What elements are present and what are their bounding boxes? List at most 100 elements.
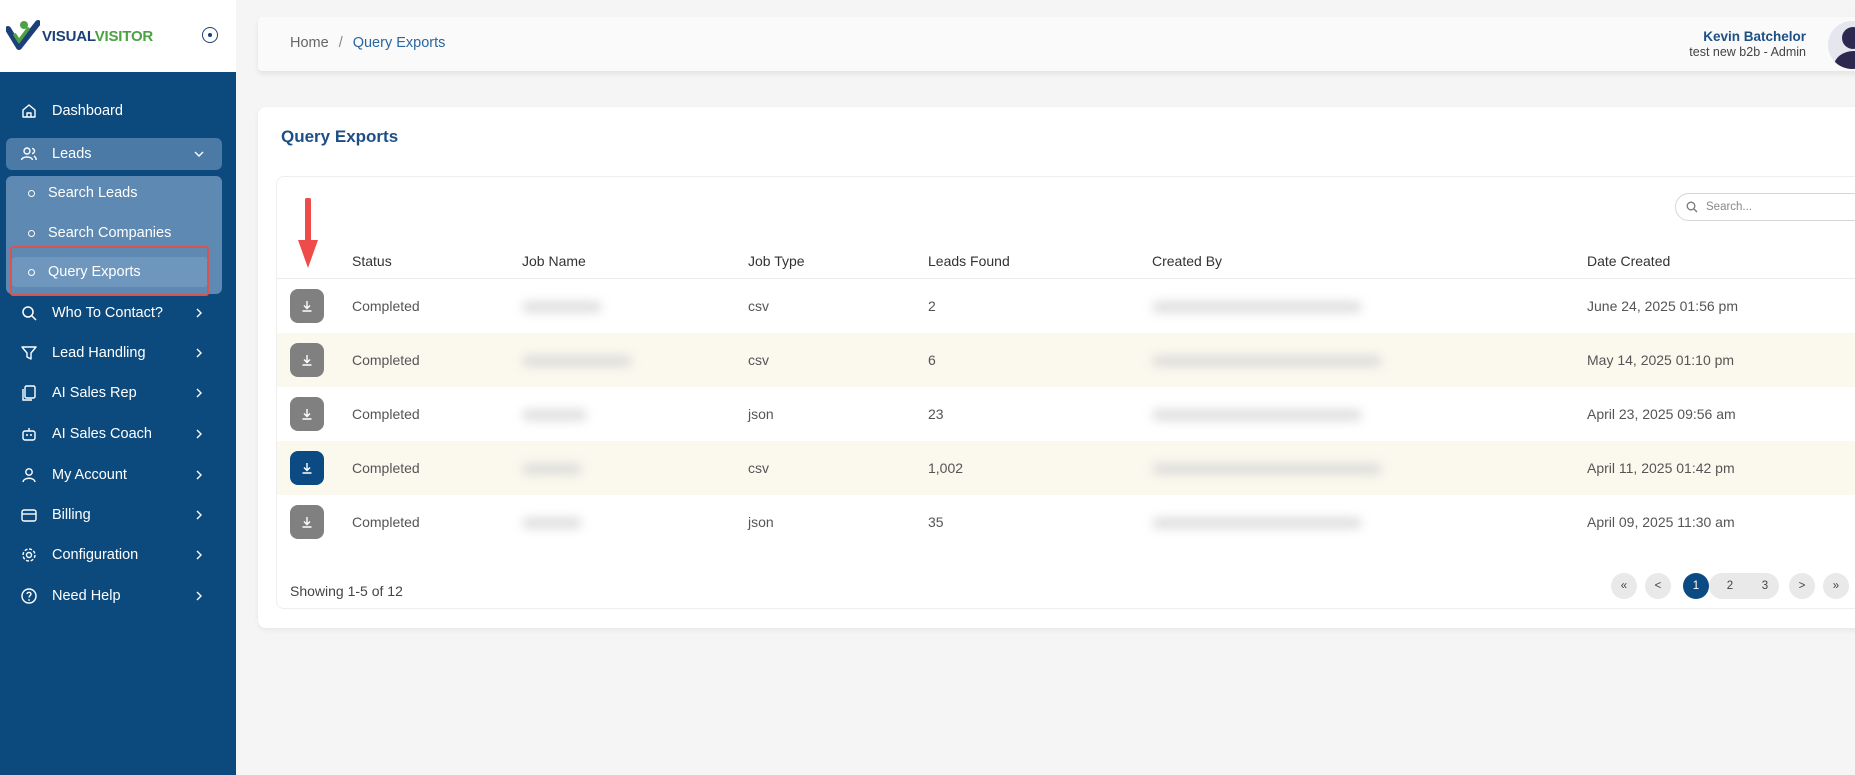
page-title: Query Exports: [281, 127, 399, 146]
breadcrumb-separator: /: [338, 35, 343, 51]
query-exports-card: Query Exports Status Job Name Job Type L…: [258, 107, 1855, 628]
sidebar-item-label: Who To Contact?: [52, 305, 163, 321]
download-button[interactable]: [290, 397, 324, 431]
cell-date-created: June 24, 2025 01:56 pm: [1587, 298, 1739, 314]
sidebar-item-label: Leads: [52, 146, 92, 162]
first-page-button[interactable]: «: [1611, 573, 1637, 599]
cell-date-created: April 11, 2025 01:42 pm: [1587, 460, 1735, 476]
sidebar-subitem-search-leads[interactable]: Search Leads: [6, 178, 222, 208]
table-row: Completed csv 2 June 24, 2025 01:56 pm: [277, 279, 1855, 333]
avatar[interactable]: [1828, 21, 1855, 69]
download-icon: [302, 355, 312, 366]
download-icon: [302, 517, 312, 528]
brand-part1: VISUAL: [42, 27, 95, 45]
redacted-job-name: [522, 355, 632, 367]
robot-icon: [20, 425, 38, 443]
page-button-2[interactable]: 2: [1717, 573, 1743, 599]
sidebar-item-lead-handling[interactable]: Lead Handling: [6, 337, 222, 369]
download-button[interactable]: [290, 505, 324, 539]
table-row: Completed csv 6 May 14, 2025 01:10 pm: [277, 333, 1855, 387]
copy-icon: [20, 384, 38, 402]
cell-job-type: csv: [748, 352, 769, 368]
column-header-job-type[interactable]: Job Type: [748, 253, 805, 269]
redacted-job-name: [522, 463, 582, 475]
sidebar-item-need-help[interactable]: Need Help: [6, 580, 222, 612]
chevron-right-icon: [196, 429, 202, 439]
sidebar-toggle-button[interactable]: [202, 27, 218, 43]
sidebar-subitem-search-companies[interactable]: Search Companies: [6, 218, 222, 248]
sidebar-subitem-label: Query Exports: [48, 264, 141, 280]
chevron-down-icon: [194, 151, 204, 157]
sidebar-subitem-label: Search Leads: [48, 185, 138, 201]
column-header-job-name[interactable]: Job Name: [522, 253, 586, 269]
sidebar-item-who-to-contact[interactable]: Who To Contact?: [6, 297, 222, 329]
search-box[interactable]: [1675, 193, 1855, 221]
filter-icon: [20, 344, 38, 362]
page-button-1[interactable]: 1: [1683, 573, 1709, 599]
sidebar-item-label: My Account: [52, 467, 127, 483]
sidebar-item-my-account[interactable]: My Account: [6, 459, 222, 491]
visualvisitor-logo-icon: [5, 19, 41, 53]
sidebar-subitem-query-exports[interactable]: Query Exports: [12, 257, 208, 287]
users-icon: [20, 145, 38, 163]
sidebar-item-ai-sales-coach[interactable]: AI Sales Coach: [6, 418, 222, 450]
redacted-created-by: [1152, 301, 1362, 313]
sidebar-item-label: Billing: [52, 507, 91, 523]
sidebar-item-billing[interactable]: Billing: [6, 499, 222, 531]
redacted-job-name: [522, 301, 602, 313]
wallet-icon: [20, 506, 38, 524]
search-icon: [1686, 201, 1698, 213]
brand-name: VISUALVISITOR: [42, 28, 153, 45]
prev-page-button[interactable]: <: [1645, 573, 1671, 599]
user-info[interactable]: Kevin Batchelor test new b2b - Admin: [1689, 29, 1806, 59]
column-header-leads-found[interactable]: Leads Found: [928, 253, 1010, 269]
column-header-date-created[interactable]: Date Created: [1587, 253, 1670, 269]
redacted-created-by: [1152, 463, 1382, 475]
next-page-button[interactable]: >: [1789, 573, 1815, 599]
redacted-created-by: [1152, 355, 1382, 367]
search-icon: [20, 304, 38, 322]
cell-status: Completed: [352, 406, 420, 422]
breadcrumb: Home / Query Exports: [290, 35, 445, 51]
sidebar-item-label: Dashboard: [52, 103, 123, 119]
user-icon: [20, 466, 38, 484]
breadcrumb-home-link[interactable]: Home: [290, 35, 329, 51]
user-role: test new b2b - Admin: [1689, 45, 1806, 59]
download-button[interactable]: [290, 343, 324, 377]
chevron-right-icon: [196, 308, 202, 318]
column-header-status[interactable]: Status: [352, 253, 392, 269]
redacted-job-name: [522, 409, 587, 421]
chevron-right-icon: [196, 388, 202, 398]
download-icon: [302, 409, 312, 420]
download-button[interactable]: [290, 289, 324, 323]
help-circle-icon: [20, 587, 38, 605]
sidebar-item-leads[interactable]: Leads: [6, 138, 222, 170]
sidebar-item-ai-sales-rep[interactable]: AI Sales Rep: [6, 377, 222, 409]
cell-date-created: April 23, 2025 09:56 am: [1587, 406, 1736, 422]
last-page-button[interactable]: »: [1823, 573, 1849, 599]
exports-table-panel: Status Job Name Job Type Leads Found Cre…: [276, 176, 1855, 609]
breadcrumb-current: Query Exports: [352, 35, 446, 51]
logo-bar: VISUALVISITOR: [0, 0, 236, 72]
cell-date-created: May 14, 2025 01:10 pm: [1587, 352, 1735, 368]
gear-icon: [20, 546, 38, 564]
table-row: Completed json 23 April 23, 2025 09:56 a…: [277, 387, 1855, 441]
search-input[interactable]: [1706, 201, 1855, 213]
sidebar-item-dashboard[interactable]: Dashboard: [6, 95, 222, 127]
sidebar-item-configuration[interactable]: Configuration: [6, 539, 222, 571]
cell-status: Completed: [352, 298, 420, 314]
cell-leads-found: 35: [928, 514, 944, 530]
cell-job-type: json: [748, 406, 774, 422]
download-button[interactable]: [290, 451, 324, 485]
bullet-icon: [28, 189, 35, 197]
sidebar-item-label: AI Sales Coach: [52, 426, 152, 442]
brand-part2: VISITOR: [94, 27, 154, 45]
redacted-created-by: [1152, 517, 1362, 529]
annotation-arrow-icon: [298, 198, 318, 268]
page-button-3[interactable]: 3: [1752, 573, 1778, 599]
download-icon: [302, 301, 312, 312]
column-header-created-by[interactable]: Created By: [1152, 253, 1222, 269]
sidebar: VISUALVISITOR Dashboard Leads Search Lea…: [0, 0, 236, 775]
bullet-icon: [28, 229, 35, 237]
cell-job-type: json: [748, 514, 774, 530]
